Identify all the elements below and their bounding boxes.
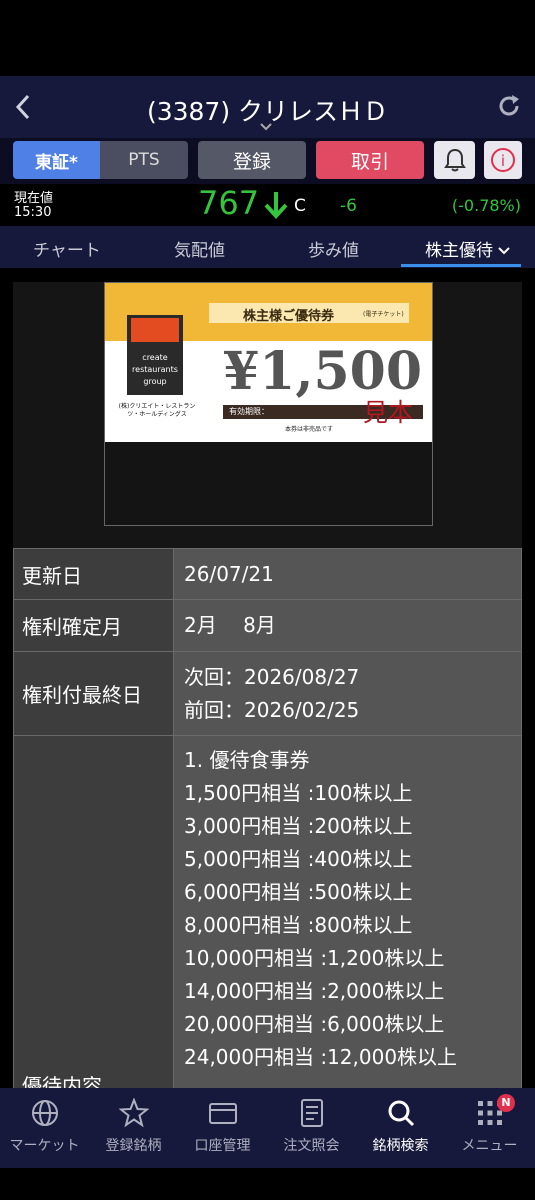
refresh-icon[interactable] (495, 92, 523, 120)
current-price: 767 (198, 184, 260, 222)
benefit-line: 1,500円相当 :100株以上 (184, 781, 413, 805)
nav-search[interactable]: 銘柄検索 (356, 1088, 445, 1168)
price-label: 現在値 (14, 191, 54, 206)
bottom-nav: マーケット 登録銘柄 口座管理 注文照会 銘柄検索 N メニュー (0, 1088, 535, 1168)
chevron-down-icon[interactable] (259, 122, 273, 132)
header: (3387) クリレスＨＤ (0, 76, 535, 138)
info-glyph: i (501, 152, 505, 170)
info-button[interactable]: i (484, 141, 522, 179)
updated-label: 更新日 (13, 548, 174, 600)
nav-account-label: 口座管理 (194, 1138, 251, 1154)
last-day-label: 権利付最終日 (13, 651, 174, 736)
globe-icon (32, 1100, 58, 1126)
bell-icon (443, 148, 466, 172)
nav-account[interactable]: 口座管理 (178, 1088, 267, 1168)
tab-active-indicator (401, 264, 521, 267)
card-icon (209, 1103, 237, 1124)
ticket-company: (株)クリエイト・レストランツ・ホールディングス (118, 403, 196, 418)
action-button-row: 東証* PTS 登録 取引 i (0, 138, 535, 184)
info-icon: i (491, 148, 515, 172)
benefit-line: 24,000円相当 :12,000株以上 (184, 1045, 458, 1069)
register-button[interactable]: 登録 (198, 141, 306, 179)
benefit-line: 3,000円相当 :200株以上 (184, 814, 413, 838)
benefit-line: 14,000円相当 :2,000株以上 (184, 979, 445, 1003)
nav-market-label: マーケット (9, 1138, 80, 1154)
last-day-prev: 前回：2026/02/25 (184, 697, 360, 722)
ticket-heading: 株主様ご優待券 (243, 309, 335, 324)
nav-menu[interactable]: N メニュー (445, 1088, 534, 1168)
benefit-title: 1. 優待食事券 (184, 748, 310, 772)
ticket-expiry: 有効期限： (229, 407, 269, 416)
notification-badge: N (497, 1094, 515, 1112)
status-bar (0, 0, 535, 76)
record-month-value: 2月 8月 (173, 599, 522, 652)
nav-market[interactable]: マーケット (0, 1088, 89, 1168)
nav-menu-label: メニュー (461, 1138, 518, 1154)
chevron-down-icon (498, 247, 511, 255)
market-pts-button[interactable]: PTS (100, 141, 188, 179)
tab-bar: チャート 気配値 歩み値 株主優待 (0, 226, 535, 268)
nav-orders[interactable]: 注文照会 (267, 1088, 356, 1168)
ticket-sample-mark: 見本 (363, 398, 414, 427)
system-bottom-bar (0, 1168, 535, 1200)
benefit-line: 10,000円相当 :1,200株以上 (184, 946, 445, 970)
benefit-image-panel: 株主様ご優待券 (電子チケット) create restaurants grou… (13, 282, 522, 548)
search-icon (388, 1100, 415, 1127)
tab-benefit[interactable]: 株主優待 (425, 236, 511, 261)
trade-button[interactable]: 取引 (316, 141, 424, 179)
nav-orders-label: 注文照会 (283, 1138, 340, 1154)
ticket-not-for-sale: 本券は非売品です (285, 426, 334, 433)
market-tse-button[interactable]: 東証* (13, 141, 100, 179)
logo-line: group (143, 377, 167, 386)
price-change: -6 (340, 196, 357, 216)
benefit-line: 5,000円相当 :400株以上 (184, 847, 413, 871)
ticket-heading-sub: (電子チケット) (363, 311, 404, 318)
tab-chart[interactable]: チャート (33, 236, 101, 261)
price-row: 現在値 15:30 767 C -6 (-0.78%) (0, 184, 535, 226)
benefit-image: 株主様ご優待券 (電子チケット) create restaurants grou… (104, 282, 433, 526)
price-time: 15:30 (14, 205, 52, 220)
benefit-line: 8,000円相当 :800株以上 (184, 913, 413, 937)
tab-benefit-label: 株主優待 (425, 241, 493, 261)
table-row: 更新日 26/07/21 (13, 548, 522, 600)
updated-value: 26/07/21 (173, 548, 522, 600)
table-row: 権利確定月 2月 8月 (13, 599, 522, 652)
document-icon (301, 1099, 323, 1127)
benefit-value: 1. 優待食事券 1,500円相当 :100株以上 3,000円相当 :200株… (173, 735, 522, 1088)
logo-line: restaurants (132, 365, 178, 374)
tab-ticks[interactable]: 歩み値 (308, 236, 359, 261)
last-day-next: 次回：2026/08/27 (184, 664, 360, 689)
benefit-line: 20,000円相当 :6,000株以上 (184, 1012, 445, 1036)
benefit-info-table: 更新日 26/07/21 権利確定月 2月 8月 権利付最終日 次回：2026/… (13, 548, 522, 1088)
nav-watchlist[interactable]: 登録銘柄 (89, 1088, 178, 1168)
logo-line: create (142, 353, 168, 362)
record-month-label: 権利確定月 (13, 599, 174, 652)
logo-mark (131, 318, 179, 342)
price-change-pct: (-0.78%) (451, 196, 521, 215)
tab-quote[interactable]: 気配値 (174, 236, 225, 261)
price-mark: C (294, 196, 306, 216)
star-icon (119, 1098, 149, 1128)
benefit-content[interactable]: 株主様ご優待券 (電子チケット) create restaurants grou… (0, 268, 535, 1088)
nav-search-label: 銘柄検索 (372, 1138, 429, 1154)
benefit-label: 優待内容 (13, 735, 174, 1088)
arrow-down-icon (264, 192, 288, 219)
ticket-image: 株主様ご優待券 (電子チケット) create restaurants grou… (105, 283, 432, 442)
company-logo: create restaurants group (127, 315, 183, 395)
table-row: 権利付最終日 次回：2026/08/27 前回：2026/02/25 (13, 651, 522, 736)
alert-button[interactable] (434, 141, 475, 179)
last-day-value: 次回：2026/08/27 前回：2026/02/25 (173, 651, 522, 736)
table-row: 優待内容 1. 優待食事券 1,500円相当 :100株以上 3,000円相当 … (13, 735, 522, 1088)
benefit-line: 6,000円相当 :500株以上 (184, 880, 413, 904)
nav-watchlist-label: 登録銘柄 (105, 1138, 162, 1154)
